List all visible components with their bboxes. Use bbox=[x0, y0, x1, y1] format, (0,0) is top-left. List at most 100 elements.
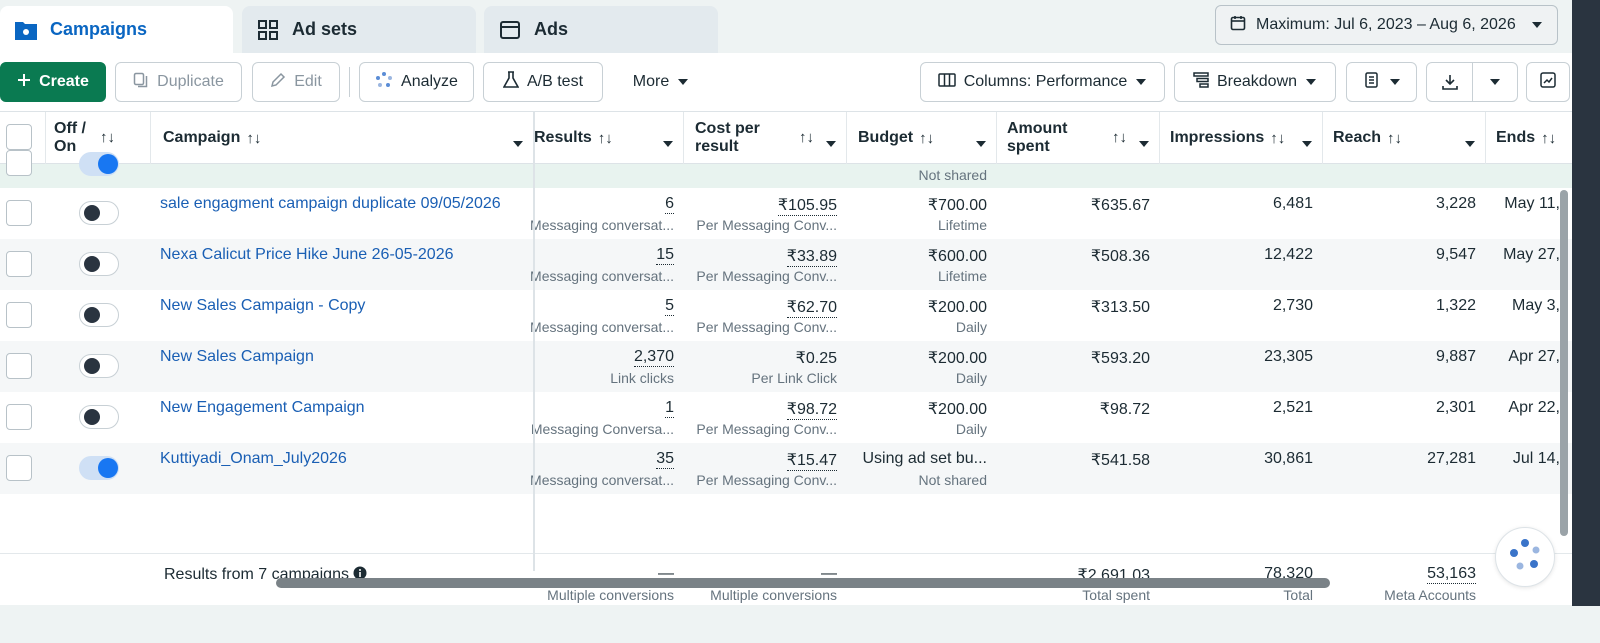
row-checkbox[interactable] bbox=[6, 302, 32, 328]
cost-cell: ₹33.89 Per Messaging Conv... bbox=[684, 239, 847, 290]
reports-icon bbox=[1363, 71, 1381, 94]
horizontal-scrollbar[interactable] bbox=[276, 578, 1330, 588]
header-ends[interactable]: Ends ↑↓ bbox=[1486, 112, 1572, 164]
date-range-picker[interactable]: Maximum: Jul 6, 2023 – Aug 6, 2026 bbox=[1215, 5, 1558, 45]
columns-button[interactable]: Columns: Performance bbox=[920, 62, 1165, 102]
table-row[interactable]: sale engagment campaign duplicate 09/05/… bbox=[0, 188, 1572, 239]
results-value: 6 bbox=[665, 195, 674, 214]
row-checkbox[interactable] bbox=[6, 251, 32, 277]
campaign-name-link[interactable]: New Sales Campaign bbox=[160, 348, 314, 366]
cost-cell: ₹15.47 Per Messaging Conv... bbox=[684, 443, 847, 494]
campaigns-table: Off / On ↑↓ Campaign ↑↓ Results ↑↓ Cost p… bbox=[0, 111, 1572, 605]
chevron-down-icon bbox=[677, 73, 689, 91]
sort-icon: ↑↓ bbox=[1112, 129, 1127, 146]
header-amount-spent[interactable]: Amount spent ↑↓ bbox=[997, 112, 1160, 164]
header-cost-per-result[interactable]: Cost per result ↑↓ bbox=[684, 112, 847, 164]
campaign-name-link[interactable]: New Sales Campaign - Copy bbox=[160, 297, 365, 315]
tab-ad-sets[interactable]: Ad sets bbox=[242, 6, 476, 53]
header-amount-line1: Amount bbox=[1007, 120, 1068, 137]
assistant-button[interactable] bbox=[1495, 527, 1555, 587]
download-icon[interactable] bbox=[1427, 63, 1473, 101]
table-row[interactable]: Kuttiyadi_Onam_July2026 35 Messaging conve… bbox=[0, 443, 1572, 494]
results-sub: Link clicks bbox=[610, 370, 674, 386]
duplicate-button[interactable]: Duplicate bbox=[115, 62, 242, 102]
ends-value: Apr 22, bbox=[1508, 399, 1560, 416]
header-budget[interactable]: Budget ↑↓ bbox=[847, 112, 997, 164]
open-chart-button[interactable] bbox=[1526, 62, 1570, 102]
campaign-name-link[interactable]: sale engagment campaign duplicate 09/05/… bbox=[160, 195, 501, 213]
cost-sub: Per Messaging Conv... bbox=[696, 421, 837, 437]
row-toggle[interactable] bbox=[79, 201, 119, 225]
table-row[interactable]: Nexa Calicut Price Hike June 26-05-2026 1… bbox=[0, 239, 1572, 290]
toolbar-divider bbox=[349, 67, 350, 97]
ends-value: May 11, bbox=[1504, 195, 1560, 212]
impressions-cell: 2,521 bbox=[1160, 392, 1323, 443]
ends-cell: Apr 27, bbox=[1486, 341, 1562, 392]
toggle-knob bbox=[84, 256, 100, 272]
summary-cost-sub: Multiple conversions bbox=[710, 587, 837, 603]
chevron-down-icon[interactable] bbox=[1473, 63, 1517, 101]
budget-sub: Daily bbox=[955, 319, 987, 335]
spent-value: ₹508.36 bbox=[1090, 248, 1150, 265]
impressions-cell: 23,305 bbox=[1160, 341, 1323, 392]
row-checkbox[interactable] bbox=[6, 200, 32, 226]
row-checkbox[interactable] bbox=[6, 353, 32, 379]
row-toggle[interactable] bbox=[79, 354, 119, 378]
tab-ads[interactable]: Ads bbox=[484, 6, 718, 53]
chevron-down-icon bbox=[1305, 73, 1317, 91]
campaign-name-link[interactable]: Kuttiyadi_Onam_July2026 bbox=[160, 450, 347, 468]
sort-icon: ↑↓ bbox=[799, 129, 814, 146]
row-checkbox[interactable] bbox=[6, 455, 32, 481]
toggle-knob bbox=[84, 358, 100, 374]
header-impressions-label: Impressions bbox=[1170, 129, 1265, 146]
select-all-checkbox[interactable] bbox=[6, 124, 32, 150]
vertical-scrollbar[interactable] bbox=[1560, 190, 1568, 536]
header-results-label: Results bbox=[534, 129, 592, 146]
export-button-group bbox=[1426, 62, 1518, 102]
tab-label: Campaigns bbox=[50, 19, 148, 39]
reports-button[interactable] bbox=[1346, 62, 1417, 102]
row-toggle[interactable] bbox=[79, 456, 119, 480]
breakdown-button[interactable]: Breakdown bbox=[1174, 62, 1336, 102]
header-campaign[interactable]: Campaign ↑↓ bbox=[151, 112, 534, 164]
row-checkbox[interactable] bbox=[6, 404, 32, 430]
cost-value: ₹62.70 bbox=[786, 299, 837, 318]
campaign-name-link[interactable]: Nexa Calicut Price Hike June 26-05-2026 bbox=[160, 246, 453, 264]
budget-sub: Daily bbox=[955, 370, 987, 386]
ab-test-button[interactable]: A/B test bbox=[483, 62, 603, 102]
results-sub: Messaging conversat... bbox=[530, 268, 674, 284]
analyze-button[interactable]: Analyze bbox=[359, 62, 474, 102]
budget-value: ₹700.00 bbox=[927, 197, 987, 214]
header-budget-label: Budget bbox=[858, 129, 914, 146]
columns-label: Columns: Performance bbox=[963, 73, 1128, 90]
row-toggle[interactable] bbox=[79, 303, 119, 327]
header-results[interactable]: Results ↑↓ bbox=[534, 112, 684, 164]
tab-campaigns[interactable]: Campaigns bbox=[0, 6, 233, 53]
edit-button[interactable]: Edit bbox=[252, 62, 340, 102]
cost-value: ₹33.89 bbox=[786, 248, 837, 267]
results-cell: 1 Messaging Conversa... bbox=[531, 392, 684, 443]
ad-window-icon bbox=[498, 18, 522, 42]
row-toggle[interactable] bbox=[79, 252, 119, 276]
sort-icon: ↑↓ bbox=[1270, 129, 1286, 147]
chevron-down-icon bbox=[1139, 134, 1149, 152]
tab-label: Ad sets bbox=[292, 19, 358, 39]
budget-value: ₹600.00 bbox=[927, 248, 987, 265]
table-row[interactable]: New Engagement Campaign 1 Messaging Conver… bbox=[0, 392, 1572, 443]
row-toggle[interactable] bbox=[79, 405, 119, 429]
row-checkbox[interactable] bbox=[6, 150, 32, 176]
row-toggle[interactable] bbox=[79, 152, 119, 176]
summary-impressions-sub: Total bbox=[1283, 587, 1313, 603]
impressions-value: 23,305 bbox=[1264, 348, 1313, 365]
chevron-down-icon bbox=[1302, 134, 1312, 152]
create-button[interactable]: Create bbox=[0, 62, 106, 102]
more-button[interactable]: More bbox=[618, 62, 704, 102]
campaign-name-link[interactable]: New Engagement Campaign bbox=[160, 399, 365, 417]
header-reach[interactable]: Reach ↑↓ bbox=[1323, 112, 1486, 164]
chevron-down-icon bbox=[513, 134, 523, 152]
header-impressions[interactable]: Impressions ↑↓ bbox=[1160, 112, 1323, 164]
duplicate-label: Duplicate bbox=[157, 73, 224, 90]
campaign-cell: Kuttiyadi_Onam_July2026 bbox=[160, 443, 530, 494]
table-row[interactable]: New Sales Campaign - Copy 5 Messaging conv… bbox=[0, 290, 1572, 341]
table-row[interactable]: New Sales Campaign 2,370 Link clicks ₹0.25 P… bbox=[0, 341, 1572, 392]
